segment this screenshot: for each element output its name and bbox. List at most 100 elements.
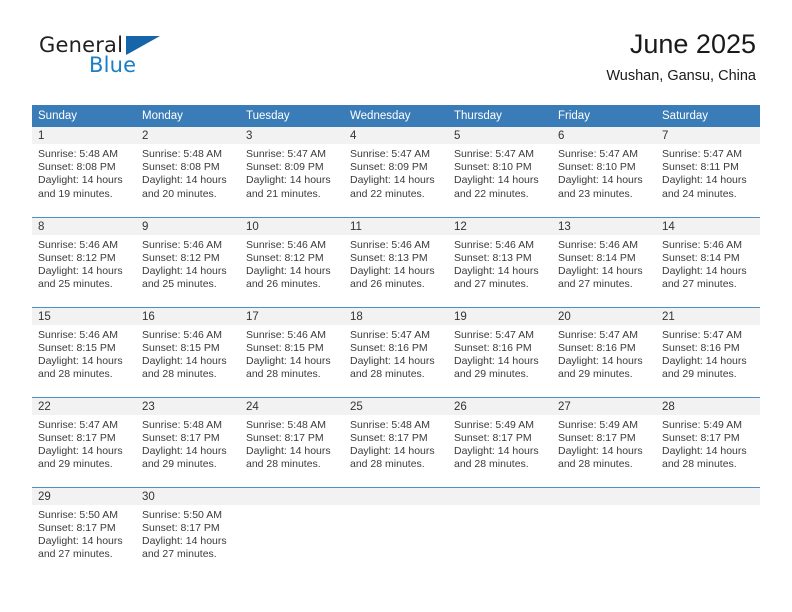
calendar-day-cell[interactable]: 24 Sunrise: 5:48 AM Sunset: 8:17 PM Dayligh…	[240, 396, 344, 487]
calendar-day-cell[interactable]: 9 Sunrise: 5:46 AM Sunset: 8:12 PM Daylight…	[136, 216, 240, 307]
calendar-week-row: 1 Sunrise: 5:48 AM Sunset: 8:08 PM Daylight…	[32, 127, 760, 217]
calendar-day-cell[interactable]: 2 Sunrise: 5:48 AM Sunset: 8:08 PM Daylight…	[136, 127, 240, 217]
day-number: 2	[136, 127, 240, 144]
day-details: Sunrise: 5:47 AM Sunset: 8:17 PM Daylight:…	[32, 415, 136, 472]
daylight-text-line2: and 27 minutes.	[558, 278, 633, 291]
day-number: 17	[240, 307, 344, 325]
day-number: 12	[448, 217, 552, 235]
sunset-text: Sunset: 8:17 PM	[246, 431, 324, 444]
sunset-text: Sunset: 8:17 PM	[662, 431, 740, 444]
sunrise-text: Sunrise: 5:47 AM	[558, 148, 638, 160]
sunrise-sunset-calendar: Sunday Monday Tuesday Wednesday Thursday…	[32, 105, 760, 577]
daylight-text-line2: and 29 minutes.	[662, 368, 737, 381]
sunrise-text: Sunrise: 5:47 AM	[662, 328, 742, 341]
daylight-text-line2: and 26 minutes.	[350, 278, 425, 291]
sunrise-text: Sunrise: 5:48 AM	[142, 148, 222, 160]
calendar-day-cell[interactable]: 3 Sunrise: 5:47 AM Sunset: 8:09 PM Daylight…	[240, 127, 344, 217]
daylight-text-line2: and 29 minutes.	[38, 458, 113, 471]
calendar-day-cell[interactable]: 13 Sunrise: 5:46 AM Sunset: 8:14 PM Dayligh…	[552, 216, 656, 307]
day-number	[344, 487, 448, 505]
sunset-text: Sunset: 8:15 PM	[246, 341, 324, 354]
calendar-day-cell[interactable]: 30 Sunrise: 5:50 AM Sunset: 8:17 PM Dayligh…	[136, 486, 240, 577]
day-details: Sunrise: 5:47 AM Sunset: 8:16 PM Daylight:…	[552, 325, 656, 382]
sunrise-text: Sunrise: 5:46 AM	[38, 238, 118, 251]
sunrise-text: Sunrise: 5:46 AM	[142, 238, 222, 251]
sunset-text: Sunset: 8:17 PM	[38, 431, 116, 444]
calendar-day-cell[interactable]: 27 Sunrise: 5:49 AM Sunset: 8:17 PM Dayligh…	[552, 396, 656, 487]
day-details: Sunrise: 5:48 AM Sunset: 8:17 PM Daylight:…	[344, 415, 448, 472]
day-number: 1	[32, 127, 136, 144]
sunset-text: Sunset: 8:16 PM	[350, 341, 428, 354]
day-details: Sunrise: 5:46 AM Sunset: 8:12 PM Daylight:…	[240, 235, 344, 292]
calendar-day-cell[interactable]: 21 Sunrise: 5:47 AM Sunset: 8:16 PM Dayligh…	[656, 306, 760, 397]
calendar-day-cell[interactable]: 19 Sunrise: 5:47 AM Sunset: 8:16 PM Dayligh…	[448, 306, 552, 397]
sunrise-text: Sunrise: 5:46 AM	[38, 328, 118, 341]
daylight-text-line1: Daylight: 14 hours	[38, 174, 123, 187]
daylight-text-line1: Daylight: 14 hours	[142, 444, 227, 457]
calendar-day-cell[interactable]: 6 Sunrise: 5:47 AM Sunset: 8:10 PM Daylight…	[552, 127, 656, 217]
weekday-header-friday: Friday	[552, 105, 656, 127]
calendar-day-cell[interactable]: 7 Sunrise: 5:47 AM Sunset: 8:11 PM Daylight…	[656, 127, 760, 217]
daylight-text-line1: Daylight: 14 hours	[558, 264, 643, 277]
calendar-day-cell[interactable]: 12 Sunrise: 5:46 AM Sunset: 8:13 PM Dayligh…	[448, 216, 552, 307]
daylight-text-line2: and 28 minutes.	[662, 458, 737, 471]
title-block: June 2025 Wushan, Gansu, China	[606, 28, 756, 86]
day-number: 20	[552, 307, 656, 325]
day-number: 24	[240, 397, 344, 415]
sunrise-text: Sunrise: 5:47 AM	[38, 418, 118, 431]
day-number: 5	[448, 127, 552, 144]
calendar-day-cell[interactable]: 18 Sunrise: 5:47 AM Sunset: 8:16 PM Dayligh…	[344, 306, 448, 397]
day-number: 10	[240, 217, 344, 235]
calendar-day-cell[interactable]: 16 Sunrise: 5:46 AM Sunset: 8:15 PM Dayligh…	[136, 306, 240, 397]
daylight-text-line1: Daylight: 14 hours	[662, 264, 747, 277]
calendar-day-cell[interactable]: 1 Sunrise: 5:48 AM Sunset: 8:08 PM Daylight…	[32, 127, 136, 217]
daylight-text-line2: and 19 minutes.	[38, 187, 113, 200]
calendar-day-cell[interactable]: 14 Sunrise: 5:46 AM Sunset: 8:14 PM Dayligh…	[656, 216, 760, 307]
sunrise-text: Sunrise: 5:46 AM	[142, 328, 222, 341]
calendar-day-cell[interactable]: 10 Sunrise: 5:46 AM Sunset: 8:12 PM Dayligh…	[240, 216, 344, 307]
day-number: 11	[344, 217, 448, 235]
sunset-text: Sunset: 8:17 PM	[454, 431, 532, 444]
calendar-day-cell[interactable]: 28 Sunrise: 5:49 AM Sunset: 8:17 PM Dayligh…	[656, 396, 760, 487]
weekday-header-wednesday: Wednesday	[344, 105, 448, 127]
sunset-text: Sunset: 8:15 PM	[38, 341, 116, 354]
day-details: Sunrise: 5:46 AM Sunset: 8:13 PM Daylight:…	[344, 235, 448, 292]
day-details: Sunrise: 5:47 AM Sunset: 8:09 PM Daylight:…	[344, 144, 448, 201]
page-title: June 2025	[629, 29, 756, 59]
sunrise-text: Sunrise: 5:48 AM	[142, 418, 222, 431]
sunset-text: Sunset: 8:10 PM	[454, 161, 532, 174]
calendar-day-cell[interactable]: 5 Sunrise: 5:47 AM Sunset: 8:10 PM Daylight…	[448, 127, 552, 217]
daylight-text-line1: Daylight: 14 hours	[350, 354, 435, 367]
calendar-day-cell[interactable]: 26 Sunrise: 5:49 AM Sunset: 8:17 PM Dayligh…	[448, 396, 552, 487]
sunrise-text: Sunrise: 5:47 AM	[350, 328, 430, 341]
calendar-day-cell[interactable]: 11 Sunrise: 5:46 AM Sunset: 8:13 PM Dayligh…	[344, 216, 448, 307]
day-number: 26	[448, 397, 552, 415]
sunset-text: Sunset: 8:16 PM	[454, 341, 532, 354]
day-details: Sunrise: 5:46 AM Sunset: 8:15 PM Daylight:…	[136, 325, 240, 382]
calendar-day-cell[interactable]: 8 Sunrise: 5:46 AM Sunset: 8:12 PM Daylight…	[32, 216, 136, 307]
day-number: 30	[136, 487, 240, 505]
sunrise-text: Sunrise: 5:49 AM	[662, 418, 742, 431]
daylight-text-line1: Daylight: 14 hours	[38, 264, 123, 277]
calendar-day-cell[interactable]: 4 Sunrise: 5:47 AM Sunset: 8:09 PM Daylight…	[344, 127, 448, 217]
calendar-day-cell[interactable]: 29 Sunrise: 5:50 AM Sunset: 8:17 PM Dayligh…	[32, 486, 136, 577]
daylight-text-line2: and 28 minutes.	[246, 458, 321, 471]
day-details: Sunrise: 5:47 AM Sunset: 8:16 PM Daylight:…	[448, 325, 552, 382]
calendar-day-cell[interactable]: 20 Sunrise: 5:47 AM Sunset: 8:16 PM Dayligh…	[552, 306, 656, 397]
calendar-day-cell[interactable]: 22 Sunrise: 5:47 AM Sunset: 8:17 PM Dayligh…	[32, 396, 136, 487]
calendar-day-cell[interactable]: 23 Sunrise: 5:48 AM Sunset: 8:17 PM Dayligh…	[136, 396, 240, 487]
calendar-day-cell[interactable]: 25 Sunrise: 5:48 AM Sunset: 8:17 PM Dayligh…	[344, 396, 448, 487]
day-details: Sunrise: 5:46 AM Sunset: 8:12 PM Daylight:…	[136, 235, 240, 292]
daylight-text-line1: Daylight: 14 hours	[246, 444, 331, 457]
daylight-text-line1: Daylight: 14 hours	[454, 444, 539, 457]
daylight-text-line2: and 28 minutes.	[350, 368, 425, 381]
daylight-text-line1: Daylight: 14 hours	[142, 264, 227, 277]
sunset-text: Sunset: 8:16 PM	[662, 341, 740, 354]
daylight-text-line1: Daylight: 14 hours	[38, 444, 123, 457]
day-details: Sunrise: 5:48 AM Sunset: 8:17 PM Daylight:…	[240, 415, 344, 472]
calendar-day-cell[interactable]: 17 Sunrise: 5:46 AM Sunset: 8:15 PM Dayligh…	[240, 306, 344, 397]
brand-logo[interactable]: General Blue	[39, 33, 239, 83]
calendar-day-cell[interactable]: 15 Sunrise: 5:46 AM Sunset: 8:15 PM Dayligh…	[32, 306, 136, 397]
calendar-week-row: 8 Sunrise: 5:46 AM Sunset: 8:12 PM Daylight…	[32, 216, 760, 307]
sunset-text: Sunset: 8:17 PM	[350, 431, 428, 444]
